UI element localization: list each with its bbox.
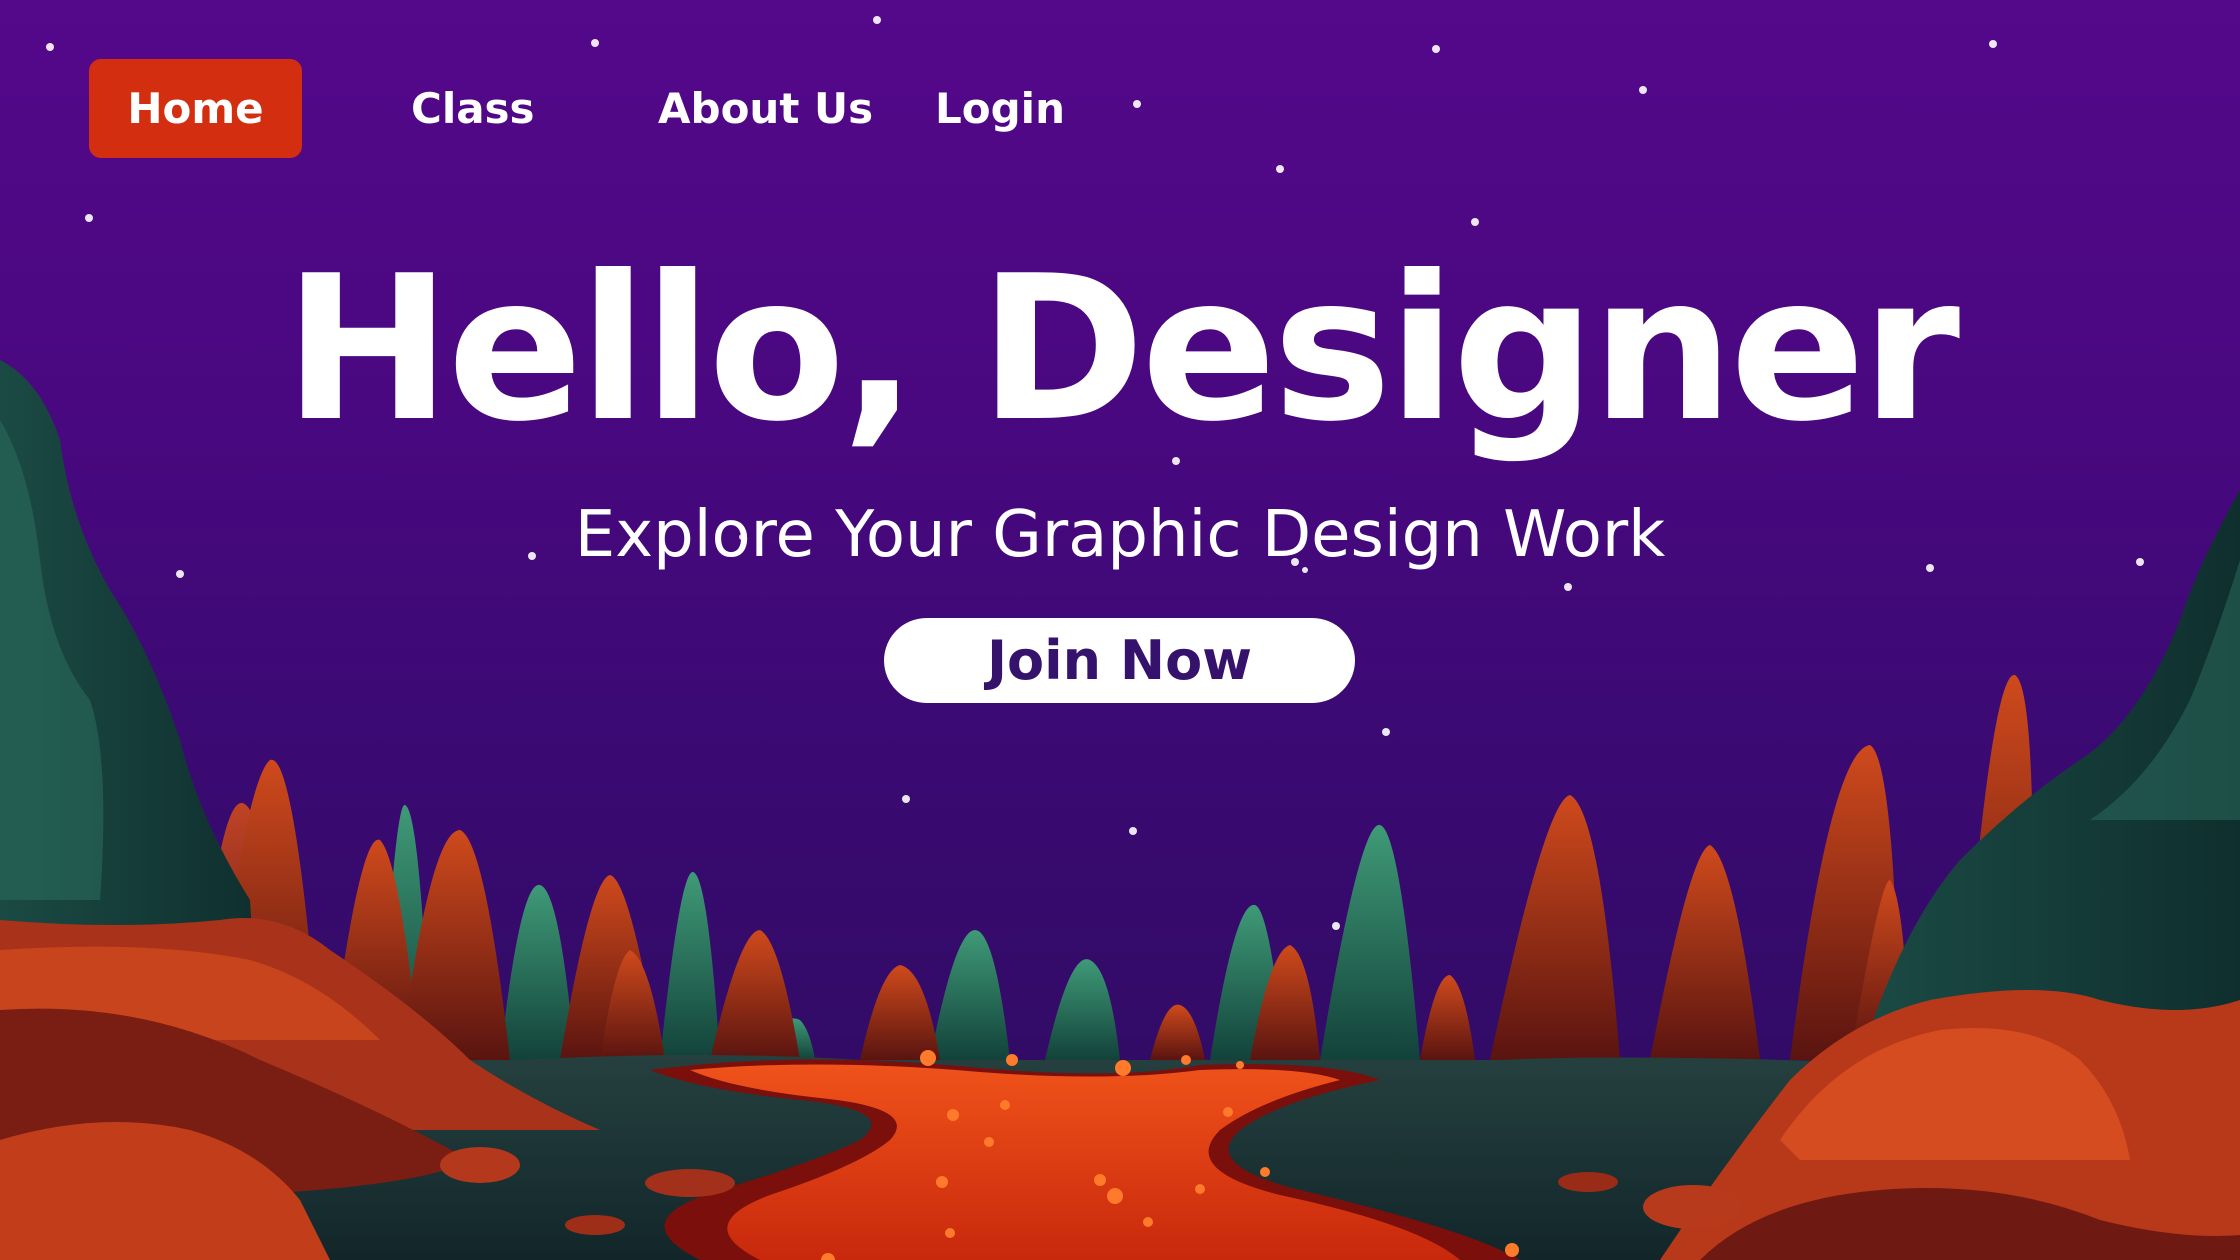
red-spires <box>195 674 2033 1060</box>
nav-class-link[interactable]: Class <box>411 59 535 158</box>
join-now-button[interactable]: Join Now <box>884 618 1355 703</box>
nav-login-link[interactable]: Login <box>935 59 1065 158</box>
landing-page: Home Class About Us Login Hello, Designe… <box>0 0 2240 1260</box>
stars <box>46 16 2144 930</box>
hero-title: Hello, Designer <box>283 233 1960 466</box>
hero-subtitle: Explore Your Graphic Design Work <box>574 498 1666 572</box>
nav-about-us-link[interactable]: About Us <box>658 59 873 158</box>
nav-home-button[interactable]: Home <box>89 59 302 158</box>
